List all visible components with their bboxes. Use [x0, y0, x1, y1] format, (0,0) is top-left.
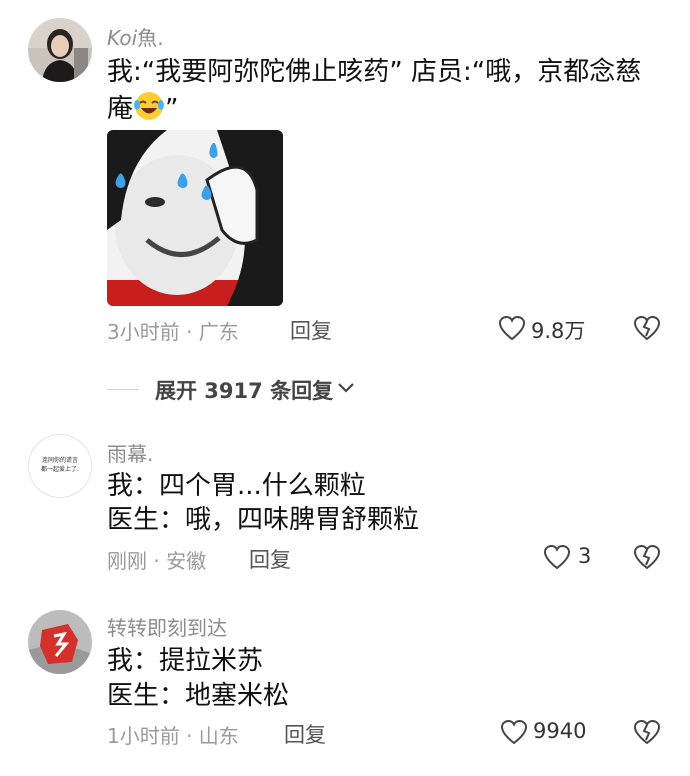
comment-text-line: 我：提拉米苏 [107, 646, 264, 676]
avatar-text: 连同你的谎言 [41, 457, 78, 464]
heart-outline-icon[interactable] [500, 719, 528, 745]
reply-button[interactable]: 回复 [249, 544, 291, 574]
username[interactable]: 转转即刻到达 [107, 612, 227, 641]
comment-text-line: 医生：地塞米松 [107, 681, 290, 711]
chevron-down-icon[interactable] [337, 380, 355, 394]
broken-heart-icon[interactable] [633, 543, 661, 571]
laughing-crying-emoji-icon [133, 90, 165, 122]
expand-replies-label[interactable]: 展开 3917 条回复 [155, 375, 333, 405]
broken-heart-icon[interactable] [633, 314, 661, 342]
reply-button[interactable]: 回复 [290, 315, 332, 345]
avatar[interactable]: 连同你的谎言 都一起爱上了. [28, 434, 92, 498]
divider-line [107, 389, 139, 390]
meme-image[interactable] [107, 130, 283, 306]
comment-text-line: 医生：哦，四味脾胃舒颗粒 [107, 505, 420, 535]
avatar-text: 都一起爱上了. [41, 466, 79, 473]
reply-button[interactable]: 回复 [284, 719, 326, 749]
avatar[interactable] [28, 18, 92, 82]
comment-meta: 3小时前 · 广东 [107, 320, 239, 344]
comment-meta: 刚刚 · 安徽 [107, 549, 207, 573]
broken-heart-icon[interactable] [633, 718, 661, 746]
like-count: 9.8万 [531, 319, 586, 343]
comment-text-fragment: 庵 [107, 94, 134, 124]
comment-thread: Koi魚. 我:“我要阿弥陀佛止咳药” 店员:“哦，京都念慈 庵” 3小时前 ·… [0, 0, 690, 776]
comment-text-line: 我:“我要阿弥陀佛止咳药” 店员:“哦，京都念慈 [107, 57, 642, 87]
username-name[interactable]: Koi [107, 26, 137, 50]
comment-text-fragment: ” [165, 94, 179, 124]
comment-meta: 1小时前 · 山东 [107, 724, 239, 748]
comment-text-line: 庵” [107, 90, 179, 127]
heart-outline-icon[interactable] [498, 315, 526, 341]
username[interactable]: 雨幕. [107, 438, 153, 467]
comment-text-line: 我：四个胃...什么颗粒 [107, 471, 366, 501]
like-count: 3 [578, 544, 592, 568]
like-count: 9940 [533, 719, 587, 743]
avatar[interactable] [28, 610, 92, 674]
username-suffix[interactable]: 魚. [137, 26, 163, 50]
username[interactable]: Koi魚. [107, 22, 164, 51]
heart-outline-icon[interactable] [543, 544, 571, 570]
